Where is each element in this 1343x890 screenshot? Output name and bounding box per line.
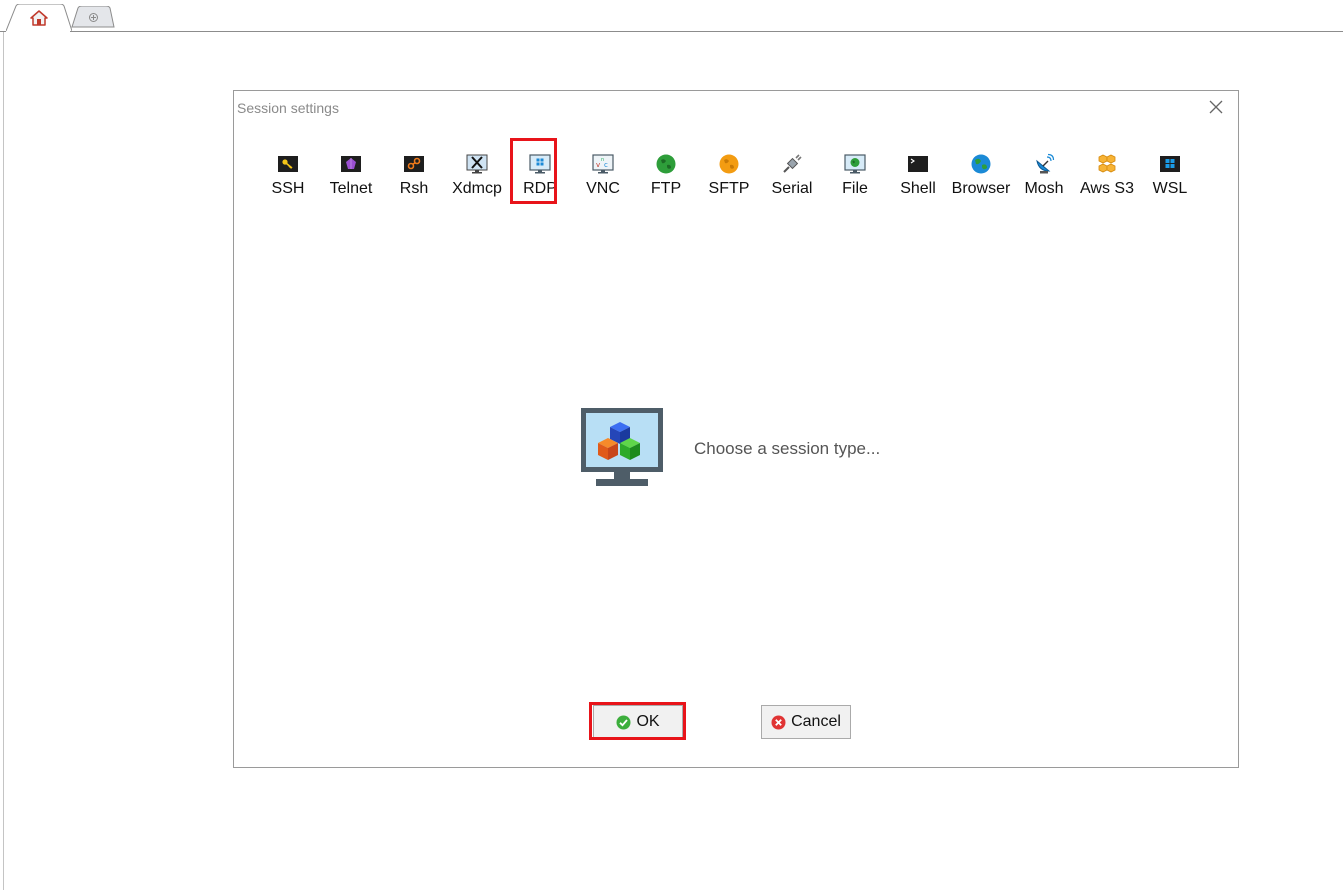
check-icon (616, 715, 631, 729)
session-type-shell[interactable]: Shell (888, 147, 948, 201)
browser-globe-icon (971, 154, 991, 174)
tab-home[interactable] (6, 4, 72, 32)
session-type-wsl[interactable]: WSL (1140, 147, 1200, 201)
ok-button-label: OK (636, 713, 660, 730)
svg-text:n: n (601, 157, 604, 163)
session-type-serial[interactable]: Serial (762, 147, 822, 201)
window-left-edge (3, 32, 4, 890)
ssh-key-icon (278, 156, 298, 172)
home-icon (30, 10, 48, 26)
session-type-placeholder: Choose a session type... (580, 407, 980, 491)
ftp-globe-icon (656, 154, 676, 174)
session-type-bar: SSH Telnet Rsh Xdmcp RDP v c n VNC FTP S… (258, 147, 1218, 207)
cancel-button[interactable]: Cancel (761, 705, 851, 739)
rsh-icon (404, 156, 424, 172)
session-type-rsh[interactable]: Rsh (384, 147, 444, 201)
session-type-rdp[interactable]: RDP (510, 147, 570, 201)
dialog-title: Session settings (237, 100, 339, 116)
file-icon (844, 154, 866, 174)
vnc-icon: v c n (592, 154, 614, 174)
session-type-ftp[interactable]: FTP (636, 147, 696, 201)
wsl-windows-icon (1160, 156, 1180, 172)
session-type-browser[interactable]: Browser (951, 147, 1011, 201)
tab-strip (0, 0, 1343, 34)
cancel-x-icon (771, 715, 786, 729)
plus-icon (89, 13, 98, 22)
svg-text:v: v (596, 161, 600, 169)
session-type-vnc[interactable]: v c n VNC (573, 147, 633, 201)
serial-plug-icon (783, 154, 802, 173)
session-type-label: WSL (1152, 180, 1188, 197)
monitor-cubes-icon (581, 408, 663, 486)
sftp-globe-icon (719, 154, 739, 174)
session-type-mosh[interactable]: Mosh (1014, 147, 1074, 201)
cancel-button-label: Cancel (791, 713, 841, 730)
session-type-ssh[interactable]: SSH (258, 147, 318, 201)
svg-text:c: c (604, 161, 608, 169)
aws-s3-icon (1098, 154, 1116, 173)
session-type-telnet[interactable]: Telnet (321, 147, 381, 201)
mosh-satellite-icon (1036, 153, 1055, 174)
ok-button[interactable]: OK (593, 705, 683, 739)
tab-new-session[interactable] (70, 6, 116, 28)
session-type-xdmcp[interactable]: Xdmcp (447, 147, 507, 201)
close-icon[interactable] (1208, 99, 1224, 115)
xdmcp-icon (466, 154, 488, 174)
session-type-aws-s3[interactable]: Aws S3 (1077, 147, 1137, 201)
telnet-icon (341, 156, 361, 172)
session-type-sftp[interactable]: SFTP (699, 147, 759, 201)
session-settings-dialog: Session settings SSH Telnet Rsh Xdmcp RD… (233, 90, 1239, 768)
session-type-file[interactable]: File (825, 147, 885, 201)
choose-session-hint: Choose a session type... (694, 439, 881, 458)
tab-baseline (70, 31, 1343, 32)
shell-terminal-icon (908, 156, 928, 172)
rdp-icon (529, 154, 551, 174)
